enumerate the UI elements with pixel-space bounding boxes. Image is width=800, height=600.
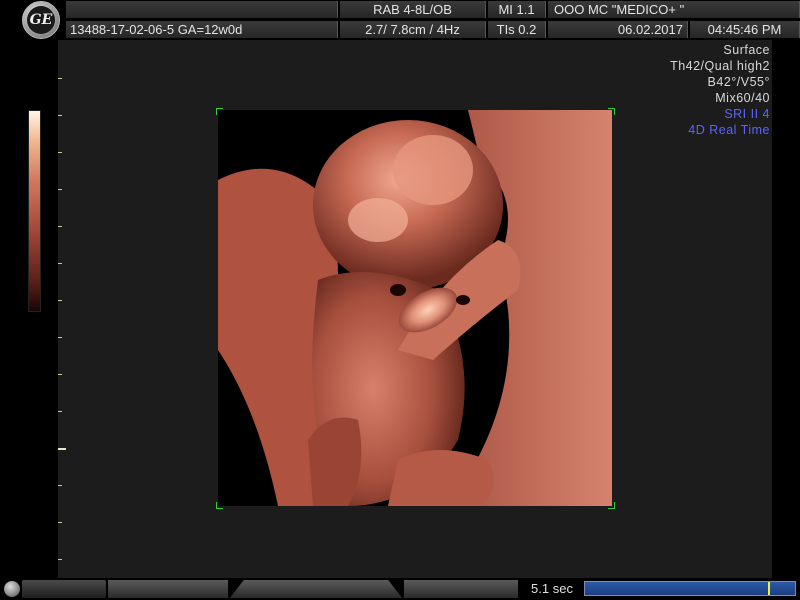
depth-tick [58,115,62,116]
depth-tick [58,189,62,190]
depth-tick [58,226,62,227]
ge-logo-text: GE [27,6,55,34]
institution-name: OOO MC "MEDICO+ " [548,1,800,18]
softkey-segment-3[interactable] [404,580,518,598]
param-angles: B42°/V55° [707,75,770,89]
thermal-index: TIs 0.2 [488,21,546,38]
depth-tick [58,559,62,560]
left-panel [0,40,58,578]
depth-tick [58,411,62,412]
softkey-segment-2[interactable] [230,580,402,598]
depth-frequency: 2.7/ 7.8cm / 4Hz [340,21,486,38]
bottom-tray [22,580,106,598]
cine-loop-bar[interactable] [584,581,796,596]
surface-render-view[interactable] [218,110,612,506]
param-sri: SRI II 4 [724,107,770,121]
mechanical-index: MI 1.1 [488,1,546,18]
param-mode-4d: 4D Real Time [688,123,770,137]
param-mix: Mix60/40 [715,91,770,105]
depth-tick [58,522,62,523]
param-render-mode: Surface [723,43,770,57]
trackball-knob-icon[interactable] [4,581,20,597]
depth-tick [58,374,62,375]
roi-corner-bottom-right [608,502,615,509]
right-strip [772,40,800,578]
param-threshold-quality: Th42/Qual high2 [670,59,770,73]
exam-time: 04:45:46 PM [690,21,800,38]
depth-tick [58,485,62,486]
header-blank-cell [66,1,338,18]
roi-corner-top-left [216,108,223,115]
depth-tick [58,263,62,264]
depth-scale [58,40,68,578]
cine-duration: 5.1 sec [531,581,573,596]
softkey-segment-1[interactable] [108,580,228,598]
depth-tick [58,448,66,450]
fetal-render-image [218,110,612,506]
exam-date: 06.02.2017 [548,21,688,38]
depth-tick [58,337,62,338]
ge-logo-icon: GE [22,1,60,39]
roi-corner-bottom-left [216,502,223,509]
color-map-bar [28,110,41,312]
probe-label[interactable]: RAB 4-8L/OB [340,1,486,18]
depth-tick [58,152,62,153]
cine-position-marker[interactable] [767,582,770,595]
top-status-bar: GE RAB 4-8L/OB MI 1.1 OOO MC "MEDICO+ " … [0,0,800,40]
roi-corner-top-right [608,108,615,115]
acquisition-parameters: Surface Th42/Qual high2 B42°/V55° Mix60/… [670,42,770,138]
depth-tick [58,78,62,79]
depth-tick [58,300,62,301]
patient-id: 13488-17-02-06-5 GA=12w0d [66,21,338,38]
